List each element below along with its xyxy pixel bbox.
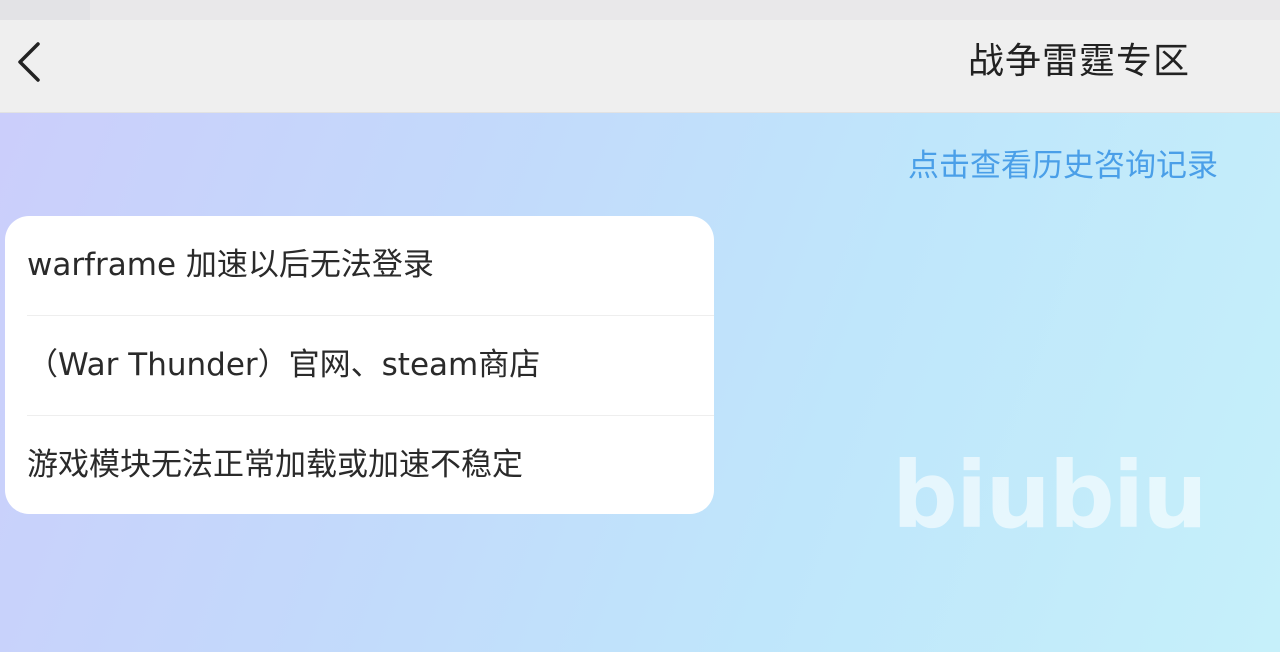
page-title: 战争雷霆专区 — [967, 41, 1190, 82]
history-link[interactable]: 点击查看历史咨询记录 — [908, 142, 1218, 190]
faq-item[interactable]: （War Thunder）官网、steam商店 — [27, 315, 714, 415]
brand-watermark: biubiu — [892, 442, 1208, 549]
faq-item[interactable]: warframe 加速以后无法登录 — [27, 216, 714, 315]
back-button[interactable] — [8, 38, 52, 86]
faq-card: warframe 加速以后无法登录 （War Thunder）官网、steam商… — [5, 216, 714, 514]
chevron-left-icon — [18, 42, 40, 82]
tab-hint — [0, 0, 90, 20]
help-page: 战争雷霆专区 点击查看历史咨询记录 warframe 加速以后无法登录 （War… — [0, 0, 1280, 652]
header-bar: 战争雷霆专区 — [0, 20, 1280, 113]
window-top-strip — [0, 0, 1280, 20]
faq-item[interactable]: 游戏模块无法正常加载或加速不稳定 — [27, 415, 714, 514]
